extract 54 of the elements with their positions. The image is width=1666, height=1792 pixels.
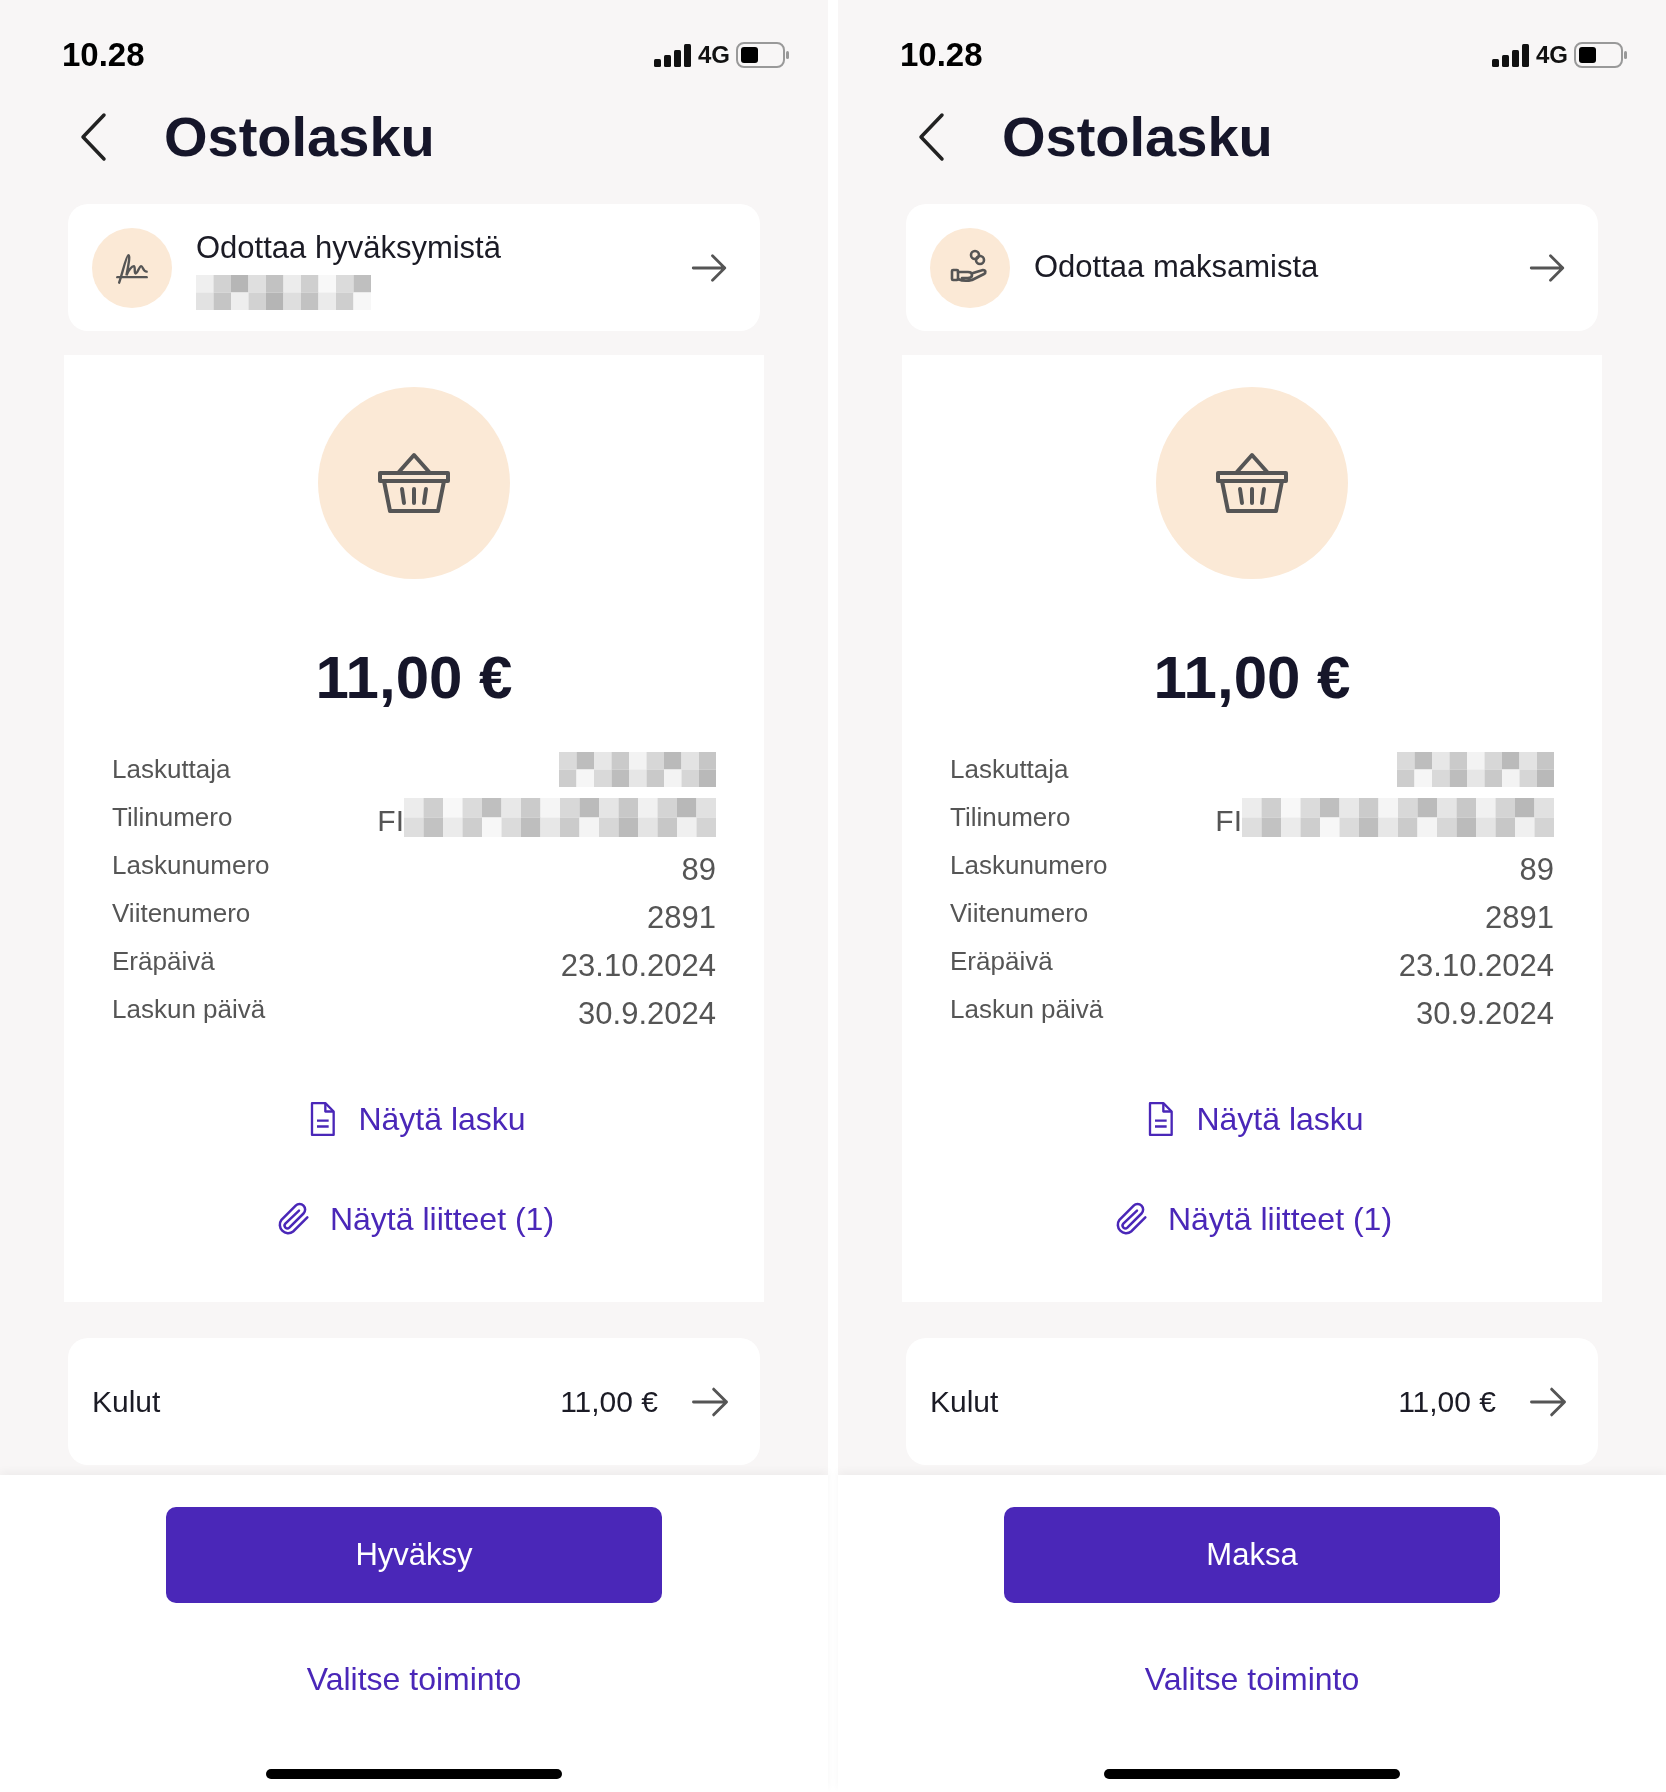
amount: 11,00 € xyxy=(315,643,513,713)
detail-value: 2891 xyxy=(647,898,716,937)
primary-button[interactable]: Maksa xyxy=(1004,1507,1500,1603)
view-link[interactable]: Näytä liitteet (1) xyxy=(1111,1195,1393,1243)
detail-value: FI xyxy=(1215,802,1242,839)
status-time: 10.28 xyxy=(62,35,145,76)
detail-label: Laskuttaja xyxy=(112,752,231,786)
back-icon xyxy=(79,112,109,162)
costs-label: Kulut xyxy=(930,1384,1000,1420)
battery-icon xyxy=(736,42,790,68)
detail-label: Tilinumero xyxy=(112,800,233,834)
detail-value: 30.9.2024 xyxy=(578,994,716,1033)
detail-label: Laskun päivä xyxy=(950,992,1104,1026)
battery-icon xyxy=(1574,42,1628,68)
detail-value: 89 xyxy=(681,850,716,889)
detail-label: Eräpäivä xyxy=(112,944,215,978)
choose-action-link[interactable]: Valitse toiminto xyxy=(306,1655,522,1703)
detail-label: Laskuttaja xyxy=(950,752,1069,786)
costs-label: Kulut xyxy=(92,1384,162,1420)
back-icon xyxy=(917,112,947,162)
page-title: Ostolasku xyxy=(1002,104,1273,170)
detail-value: 89 xyxy=(1519,850,1554,889)
detail-label: Viitenumero xyxy=(950,896,1089,930)
status-label: Odottaa hyväksymistä xyxy=(196,228,502,267)
detail-value: 2891 xyxy=(1485,898,1554,937)
page-title: Ostolasku xyxy=(164,104,435,170)
detail-value: 30.9.2024 xyxy=(1416,994,1554,1033)
view-link[interactable]: Näytä lasku xyxy=(302,1095,526,1143)
network-label: 4G xyxy=(698,40,730,70)
signal-icon xyxy=(654,43,692,67)
signal-icon xyxy=(1492,43,1530,67)
detail-label: Tilinumero xyxy=(950,800,1071,834)
costs-row[interactable]: Kulut 11,00 € xyxy=(68,1338,760,1465)
detail-label: Laskunumero xyxy=(112,848,270,882)
status-card[interactable]: Odottaa hyväksymistä xyxy=(68,204,760,331)
view-link[interactable]: Näytä lasku xyxy=(1140,1095,1364,1143)
detail-label: Laskun päivä xyxy=(112,992,266,1026)
primary-button[interactable]: Hyväksy xyxy=(166,1507,662,1603)
detail-label: Eräpäivä xyxy=(950,944,1053,978)
detail-label: Laskunumero xyxy=(950,848,1108,882)
costs-row[interactable]: Kulut 11,00 € xyxy=(906,1338,1598,1465)
detail-value: 23.10.2024 xyxy=(560,946,716,985)
costs-value: 11,00 € xyxy=(560,1384,658,1420)
amount: 11,00 € xyxy=(1153,643,1351,713)
status-time: 10.28 xyxy=(900,35,983,76)
network-label: 4G xyxy=(1536,40,1568,70)
view-link[interactable]: Näytä liitteet (1) xyxy=(273,1195,555,1243)
status-card[interactable]: Odottaa maksamista xyxy=(906,204,1598,331)
detail-value: FI xyxy=(377,802,404,839)
detail-label: Viitenumero xyxy=(112,896,251,930)
choose-action-link[interactable]: Valitse toiminto xyxy=(1144,1655,1360,1703)
detail-value: 23.10.2024 xyxy=(1398,946,1554,985)
costs-value: 11,00 € xyxy=(1398,1384,1496,1420)
status-label: Odottaa maksamista xyxy=(1034,248,1320,287)
